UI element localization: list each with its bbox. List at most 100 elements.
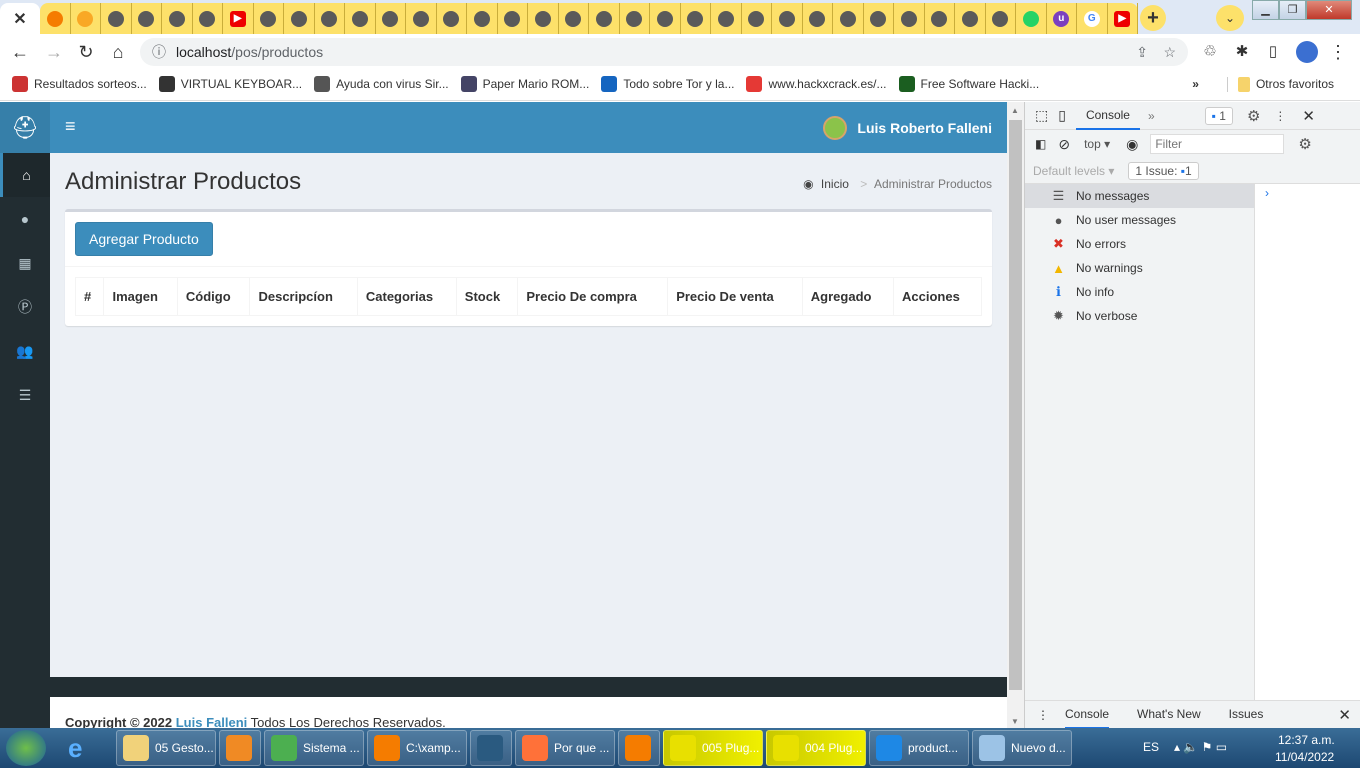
browser-tab[interactable] — [925, 3, 955, 34]
browser-tab[interactable]: ▶ — [223, 3, 254, 34]
other-bookmarks-folder[interactable]: Otros favoritos — [1226, 76, 1334, 92]
tab-search-chevron-down-icon[interactable]: ⌄ — [1216, 5, 1244, 31]
taskbar-item-media-player[interactable] — [219, 730, 261, 766]
browser-tab[interactable] — [254, 3, 284, 34]
drawer-tab[interactable]: Console — [1065, 701, 1110, 729]
back-icon[interactable]: ← — [10, 42, 30, 63]
taskbar-item-sublime[interactable]: C:\xamp... — [367, 730, 467, 766]
console-filter-user-circle[interactable]: ● No user messages — [1025, 208, 1254, 232]
taskbar-item-firefox[interactable]: Por que ... — [515, 730, 615, 766]
home-icon[interactable]: ⌂ — [108, 42, 128, 63]
browser-tab[interactable] — [620, 3, 650, 34]
clock-time[interactable]: 12:37 a.m. — [1278, 733, 1335, 747]
levels-dropdown[interactable]: Default levels ▾ — [1033, 164, 1114, 178]
active-tab-close-button[interactable]: ✕ — [0, 3, 40, 34]
console-prompt-chevron-icon[interactable]: › — [1265, 186, 1269, 200]
tray-arrow-icon[interactable]: ▴ 🔈 ⚑ ▭ — [1174, 740, 1227, 754]
scroll-up-icon[interactable]: ▲ — [1011, 106, 1019, 115]
more-tabs-icon[interactable]: » — [1148, 109, 1155, 123]
sidebar-item-users[interactable]: 👥 — [0, 329, 50, 373]
close-devtools-icon[interactable]: ✕ — [1302, 107, 1315, 125]
drawer-tab[interactable]: Issues — [1229, 701, 1264, 729]
add-product-button[interactable]: Agregar Producto — [75, 222, 213, 256]
browser-tab[interactable] — [986, 3, 1016, 34]
recycle-extension-icon[interactable]: ♲ — [1200, 42, 1220, 60]
browser-tab[interactable] — [833, 3, 864, 34]
more-options-icon[interactable]: ⋮ — [1274, 109, 1286, 123]
taskbar-item-mysql-workbench[interactable] — [470, 730, 512, 766]
console-filter-bug[interactable]: ✹ No verbose — [1025, 304, 1254, 328]
share-icon[interactable]: ⇪ — [1136, 44, 1148, 61]
bookmark-item[interactable]: Free Software Hacki... — [898, 76, 1039, 92]
taskbar-item-folder[interactable]: 05 Gesto... — [116, 730, 216, 766]
scrollbar-thumb[interactable] — [1009, 120, 1022, 690]
console-filter-warning[interactable]: ▲ No warnings — [1025, 256, 1254, 280]
column-header[interactable]: Stock — [455, 277, 519, 316]
browser-tab[interactable] — [71, 3, 101, 34]
browser-tab[interactable] — [406, 3, 437, 34]
browser-tab[interactable] — [711, 3, 742, 34]
breadcrumb-home-link[interactable]: Inicio — [821, 177, 849, 191]
more-bookmarks-button[interactable]: » — [1192, 77, 1199, 91]
sidebar-item-product-p[interactable]: Ⓟ — [0, 285, 50, 329]
browser-tab[interactable] — [437, 3, 467, 34]
column-header[interactable]: Agregado — [801, 277, 895, 316]
browser-tab[interactable] — [498, 3, 528, 34]
console-filter-error[interactable]: ✖ No errors — [1025, 232, 1254, 256]
browser-tab[interactable] — [132, 3, 162, 34]
menu-dots-icon[interactable]: ⋮ — [1328, 42, 1348, 63]
logo-helmet-icon[interactable]: ⛑ — [0, 102, 50, 153]
browser-tab[interactable] — [40, 3, 71, 34]
column-header[interactable]: Descripcíon — [249, 277, 358, 316]
user-menu[interactable]: Luis Roberto Falleni — [823, 116, 992, 140]
browser-tab[interactable] — [101, 3, 132, 34]
page-scrollbar[interactable]: ▲ ▼ — [1007, 102, 1024, 728]
sidebar-item-th[interactable]: ▦ — [0, 241, 50, 285]
close-drawer-icon[interactable]: ✕ — [1338, 706, 1351, 724]
console-filter-list[interactable]: ☰ No messages — [1025, 184, 1254, 208]
bookmark-item[interactable]: www.hackxcrack.es/... — [746, 76, 887, 92]
taskbar-item-xampp[interactable] — [618, 730, 660, 766]
clear-console-icon[interactable]: ⊘ — [1058, 136, 1070, 153]
bookmark-item[interactable]: Todo sobre Tor y la... — [601, 76, 734, 92]
browser-tab[interactable] — [650, 3, 681, 34]
browser-tab[interactable] — [955, 3, 986, 34]
taskbar-item-vscode[interactable]: product... — [869, 730, 969, 766]
browser-tab[interactable] — [894, 3, 925, 34]
taskbar-item-video[interactable]: 004 Plug... — [766, 730, 866, 766]
browser-tab[interactable]: u — [1047, 3, 1077, 34]
taskbar-item-video[interactable]: 005 Plug... — [663, 730, 763, 766]
browser-tab[interactable] — [742, 3, 772, 34]
menu-toggle-hamburger-icon[interactable]: ≡ — [65, 116, 76, 137]
browser-tab[interactable] — [345, 3, 376, 34]
extensions-puzzle-icon[interactable]: ✱ — [1232, 42, 1252, 60]
bookmark-item[interactable]: VIRTUAL KEYBOAR... — [158, 76, 302, 92]
language-indicator[interactable]: ES — [1143, 740, 1159, 754]
column-header[interactable]: Imagen — [103, 277, 178, 316]
column-header[interactable]: Código — [176, 277, 251, 316]
context-select[interactable]: top ▾ — [1084, 137, 1110, 151]
browser-tab[interactable] — [589, 3, 620, 34]
browser-tab[interactable] — [376, 3, 406, 34]
browser-tab[interactable] — [162, 3, 193, 34]
bookmark-item[interactable]: Resultados sorteos... — [12, 76, 147, 92]
eye-icon[interactable]: ◉ — [1126, 136, 1138, 153]
browser-tab[interactable] — [559, 3, 589, 34]
minimize-button[interactable]: ▁ — [1252, 0, 1279, 20]
issues-button[interactable]: 1 Issue: ▪1 — [1128, 161, 1199, 180]
new-tab-button[interactable]: + — [1140, 5, 1166, 31]
profile-avatar[interactable] — [1296, 41, 1318, 63]
sidebar-toggle-icon[interactable]: ◧ — [1035, 137, 1046, 151]
reload-icon[interactable]: ↻ — [76, 42, 96, 63]
info-icon[interactable]: ⓘ — [152, 42, 166, 62]
drawer-menu-icon[interactable]: ⋮ — [1037, 708, 1049, 722]
bookmark-item[interactable]: Paper Mario ROM... — [460, 76, 589, 92]
side-panel-icon[interactable]: ▯ — [1263, 42, 1283, 60]
console-filter-info[interactable]: ℹ No info — [1025, 280, 1254, 304]
browser-tab[interactable] — [193, 3, 223, 34]
console-settings-gear-icon[interactable]: ⚙ — [1298, 135, 1311, 153]
device-toolbar-icon[interactable]: ▯ — [1058, 107, 1066, 124]
browser-tab[interactable] — [315, 3, 345, 34]
taskbar-item-chrome[interactable]: Sistema ... — [264, 730, 364, 766]
internet-explorer-icon[interactable]: e — [68, 733, 98, 764]
